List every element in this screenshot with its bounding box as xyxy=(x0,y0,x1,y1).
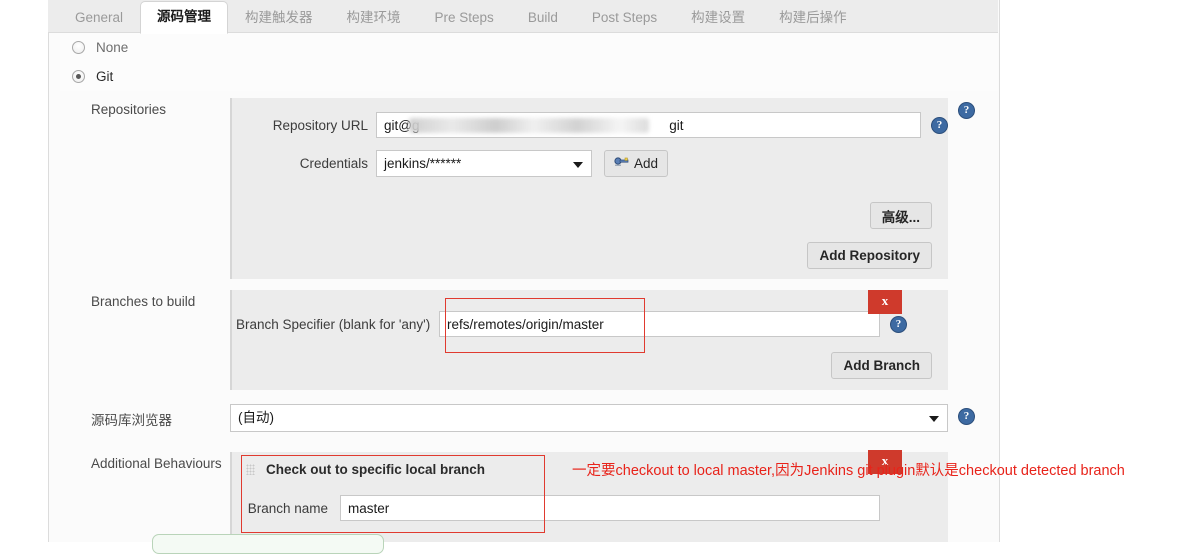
add-credentials-button[interactable]: Add xyxy=(604,150,669,177)
branch-specifier-row: Branch Specifier (blank for 'any') refs/… xyxy=(232,311,948,337)
add-credentials-label: Add xyxy=(634,156,659,171)
annotation-x-marker-1: x xyxy=(868,290,902,314)
repositories-section: Repositories Repository URL git@gxxxxxxx… xyxy=(60,98,998,279)
credentials-select[interactable]: jenkins/****** xyxy=(376,150,592,177)
repository-url-help-icon[interactable]: ? xyxy=(931,116,948,134)
credentials-selected-value: jenkins/****** xyxy=(384,156,462,171)
scm-option-git[interactable]: Git xyxy=(60,61,998,91)
repo-browser-chevron-down-icon xyxy=(929,416,939,422)
annotation-note-text: 一定要checkout to local master,因为Jenkins gi… xyxy=(572,463,1125,479)
repository-url-redaction xyxy=(409,118,649,133)
repository-url-suffix: git xyxy=(669,118,684,133)
scm-option-git-label: Git xyxy=(96,68,114,84)
repo-browser-help-icon[interactable]: ? xyxy=(958,408,975,425)
credentials-row: Credentials jenkins/****** Add xyxy=(232,150,948,177)
repository-url-row: Repository URL git@gxxxxxxxxxxxxxxxxxxxx… xyxy=(232,112,948,138)
branch-name-label: Branch name xyxy=(247,500,328,516)
scm-option-none-label: None xyxy=(96,39,129,55)
tab-build[interactable]: Build xyxy=(511,2,575,34)
tab-post-steps[interactable]: Post Steps xyxy=(575,2,674,34)
additional-behaviours-label: Additional Behaviours xyxy=(91,456,222,471)
tab-build-triggers[interactable]: 构建触发器 xyxy=(228,2,330,34)
repository-url-label: Repository URL xyxy=(272,117,368,133)
tab-general[interactable]: General xyxy=(58,2,140,34)
repositories-label: Repositories xyxy=(91,102,167,117)
repo-browser-section: 源码库浏览器 (自动) ? xyxy=(60,404,998,432)
branch-name-row: Branch name master xyxy=(246,495,880,521)
radio-none-icon[interactable] xyxy=(72,40,85,54)
branches-to-build-section: Branches to build Branch Specifier (blan… xyxy=(60,290,998,390)
branches-to-build-body: Branch Specifier (blank for 'any') refs/… xyxy=(230,290,948,390)
chevron-down-icon xyxy=(573,161,583,168)
add-repository-button[interactable]: Add Repository xyxy=(807,242,932,269)
behaviour-title: Check out to specific local branch xyxy=(266,462,486,477)
repo-browser-selected-value: (自动) xyxy=(238,410,274,425)
repo-browser-select[interactable]: (自动) xyxy=(230,404,948,432)
tab-source-code-management[interactable]: 源码管理 xyxy=(140,1,229,34)
repository-url-input[interactable]: git@gxxxxxxxxxxxxxxxxxxxxxxxxxxxxxxxxxxx… xyxy=(376,112,921,138)
radio-git-icon[interactable] xyxy=(72,69,85,83)
repositories-body: Repository URL git@gxxxxxxxxxxxxxxxxxxxx… xyxy=(230,98,948,279)
branch-specifier-help-icon[interactable]: ? xyxy=(890,315,907,333)
scm-option-none[interactable]: None xyxy=(60,33,998,61)
key-icon xyxy=(614,156,629,171)
repo-browser-label: 源码库浏览器 xyxy=(91,413,172,428)
branch-specifier-label: Branch Specifier (blank for 'any') xyxy=(236,316,431,332)
drag-handle-icon[interactable] xyxy=(246,464,255,475)
branch-specifier-input[interactable]: refs/remotes/origin/master xyxy=(439,311,880,337)
behaviour-header: Check out to specific local branch xyxy=(246,462,485,477)
scm-radio-group: None Git xyxy=(60,33,998,91)
add-branch-button[interactable]: Add Branch xyxy=(831,352,932,379)
advanced-button[interactable]: 高级... xyxy=(869,202,932,229)
branch-name-input[interactable]: master xyxy=(340,495,880,521)
bottom-panel xyxy=(152,534,384,554)
tab-post-build-actions[interactable]: 构建后操作 xyxy=(762,2,864,34)
branches-to-build-label: Branches to build xyxy=(91,294,196,309)
repositories-help-icon[interactable]: ? xyxy=(958,102,975,119)
tab-pre-steps[interactable]: Pre Steps xyxy=(418,2,511,34)
tab-build-settings[interactable]: 构建设置 xyxy=(674,2,762,34)
credentials-label: Credentials xyxy=(299,156,368,171)
config-tab-bar: General 源码管理 构建触发器 构建环境 Pre Steps Build … xyxy=(48,0,998,34)
jenkins-job-config-page: General 源码管理 构建触发器 构建环境 Pre Steps Build … xyxy=(0,0,1198,554)
tab-build-environment[interactable]: 构建环境 xyxy=(330,2,418,34)
